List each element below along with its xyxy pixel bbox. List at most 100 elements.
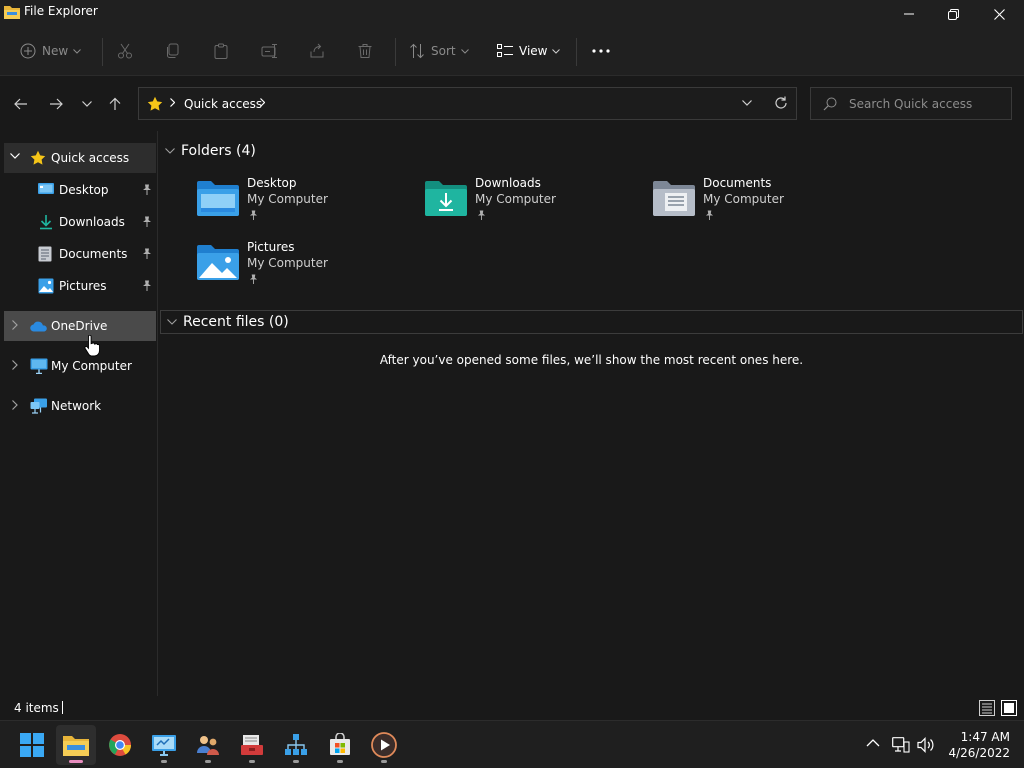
folder-location: My Computer: [703, 192, 784, 206]
chevron-right-icon[interactable]: [260, 98, 265, 107]
system-clock[interactable]: 1:47 AM 4/26/2022: [940, 729, 1010, 761]
arrow-up-icon: [109, 97, 121, 110]
chevron-down-icon[interactable]: [10, 153, 20, 159]
folder-location: My Computer: [247, 256, 328, 270]
chevron-right-icon[interactable]: [12, 400, 18, 410]
taskbar-media-player[interactable]: [364, 725, 404, 765]
active-indicator: [69, 760, 83, 763]
search-input[interactable]: [849, 88, 1009, 119]
sidebar-item-label: Desktop: [59, 183, 109, 197]
pictures-icon: [38, 278, 54, 294]
search-box[interactable]: [810, 87, 1012, 120]
sort-button[interactable]: Sort: [409, 28, 469, 74]
back-button[interactable]: [10, 93, 32, 115]
folder-name: Downloads: [475, 176, 541, 190]
forward-button[interactable]: [45, 93, 67, 115]
taskbar-toolbox-app[interactable]: [232, 725, 272, 765]
pin-icon: [477, 210, 486, 220]
folder-tile-desktop[interactable]: Desktop My Computer: [197, 176, 417, 232]
documents-folder-icon: [653, 181, 695, 216]
status-divider: [62, 701, 63, 714]
folder-tile-documents[interactable]: Documents My Computer: [653, 176, 873, 232]
chevron-right-icon[interactable]: [12, 360, 18, 370]
more-options-button[interactable]: [592, 28, 610, 74]
delete-button[interactable]: [357, 28, 373, 74]
view-button[interactable]: View: [497, 28, 561, 74]
sidebar-item-label: Quick access: [51, 151, 130, 165]
copy-button[interactable]: [165, 28, 181, 74]
users-icon: [197, 736, 219, 755]
sidebar-item-desktop[interactable]: Desktop: [4, 175, 156, 205]
close-icon: [993, 8, 1005, 20]
minimize-button[interactable]: [886, 0, 932, 28]
paste-button[interactable]: [213, 28, 229, 74]
pin-icon: [249, 274, 258, 284]
divider: [102, 38, 103, 66]
chevron-up-icon[interactable]: [866, 739, 880, 747]
recent-files-toggle[interactable]: Recent files (0): [167, 314, 289, 330]
close-button[interactable]: [976, 0, 1022, 28]
sidebar-item-downloads[interactable]: Downloads: [4, 207, 156, 237]
share-button[interactable]: [309, 28, 325, 74]
pin-icon[interactable]: [142, 184, 152, 195]
address-location[interactable]: Quick access: [184, 97, 262, 111]
taskbar-network-app[interactable]: [276, 725, 316, 765]
star-icon: [30, 150, 46, 165]
chevron-down-icon: [165, 148, 175, 154]
chevron-right-icon[interactable]: [12, 320, 18, 330]
running-indicator: [205, 760, 211, 763]
windows-logo-icon: [20, 733, 44, 757]
volume-icon[interactable]: [917, 737, 935, 753]
sidebar-item-pictures[interactable]: Pictures: [4, 271, 156, 301]
taskbar-store[interactable]: [320, 725, 360, 765]
address-history-chevron-icon[interactable]: [742, 100, 752, 106]
taskbar-file-explorer[interactable]: [56, 725, 96, 765]
pin-icon: [249, 210, 258, 220]
pictures-folder-icon: [197, 245, 239, 280]
file-explorer-icon: [63, 736, 89, 756]
restore-button[interactable]: [930, 0, 976, 28]
taskbar-chrome[interactable]: [100, 725, 140, 765]
copy-icon: [167, 43, 179, 58]
sidebar-item-onedrive[interactable]: OneDrive: [4, 311, 156, 341]
folder-location: My Computer: [247, 192, 328, 206]
pin-icon[interactable]: [142, 280, 152, 291]
sort-icon: [410, 43, 424, 59]
address-bar[interactable]: Quick access: [138, 87, 797, 120]
tiles-view-icon[interactable]: [1000, 699, 1018, 717]
taskbar-users-app[interactable]: [188, 725, 228, 765]
search-icon: [823, 97, 837, 111]
navigation-pane: Quick access Desktop Downloads Documents…: [0, 131, 158, 696]
desktop-icon: [38, 183, 54, 194]
network-status-icon[interactable]: [892, 737, 910, 753]
sidebar-item-my-computer[interactable]: My Computer: [4, 351, 156, 381]
up-button[interactable]: [104, 93, 126, 115]
chevron-down-icon: [73, 48, 82, 54]
folders-section-header[interactable]: Folders (4): [165, 143, 256, 159]
refresh-icon[interactable]: [774, 96, 788, 110]
pin-icon[interactable]: [142, 248, 152, 259]
folder-name: Documents: [703, 176, 772, 190]
sidebar-item-quick-access[interactable]: Quick access: [4, 143, 156, 173]
recent-files-section-header[interactable]: Recent files (0): [160, 310, 1023, 334]
sidebar-item-label: My Computer: [51, 359, 132, 373]
divider: [576, 38, 577, 66]
taskbar-remote-desktop[interactable]: [144, 725, 184, 765]
start-button[interactable]: [12, 725, 52, 765]
play-icon: [371, 732, 397, 758]
folder-tile-downloads[interactable]: Downloads My Computer: [425, 176, 645, 232]
sidebar-item-documents[interactable]: Documents: [4, 239, 156, 269]
minimize-icon: [904, 13, 914, 15]
rename-button[interactable]: [261, 28, 279, 74]
monitor-app-icon: [152, 735, 176, 756]
sidebar-item-network[interactable]: Network: [4, 391, 156, 421]
recent-locations-button[interactable]: [76, 93, 98, 115]
cut-button[interactable]: [117, 28, 133, 74]
documents-icon: [38, 246, 52, 262]
details-view-icon[interactable]: [978, 699, 996, 717]
folder-tile-pictures[interactable]: Pictures My Computer: [197, 240, 417, 296]
sidebar-item-label: Downloads: [59, 215, 125, 229]
new-button[interactable]: New: [20, 28, 82, 74]
pin-icon[interactable]: [142, 216, 152, 227]
computer-icon: [30, 358, 48, 374]
